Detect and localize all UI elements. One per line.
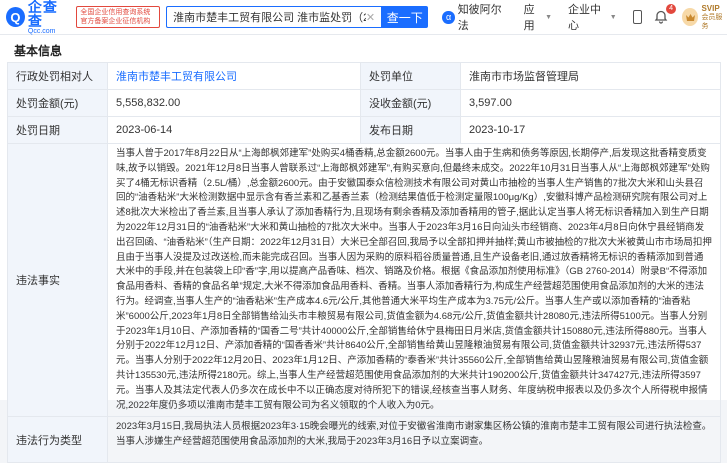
nav-apps-label: 应用 [523, 4, 535, 32]
nav-enterprise-center-label: 企业中心 [568, 4, 602, 32]
table-row: 违法行为类型 2023年3月15日,我局执法人员根据2023年3·15晚会曝光的… [7, 416, 721, 463]
logo-icon: Q [6, 7, 25, 27]
nav-enterprise-center[interactable]: 企业中心 ▼ [568, 1, 617, 33]
chevron-down-icon: ▼ [609, 13, 617, 21]
fine-value: 5,558,832.00 [107, 89, 361, 117]
top-nav: 应用 ▼ 企业中心 ▼ 4 SVIP 会员服务 [524, 1, 727, 33]
search-input[interactable]: 淮南市楚丰工贸有限公司 淮市监处罚（2023）134号 ✕ [166, 6, 382, 28]
fine-label: 处罚金额(元) [7, 89, 108, 117]
logo[interactable]: Q 企查查 Qcc.com [6, 0, 70, 35]
confiscate-label: 没收金额(元) [360, 89, 461, 117]
table-row: 处罚日期 2023-06-14 发布日期 2023-10-17 [7, 116, 721, 144]
search-button[interactable]: 查一下 [381, 6, 429, 28]
logo-text: 企查查 [27, 0, 58, 29]
table-row: 违法事实 当事人曾于2017年8月22日从“上海郎枫郊建军”处购买4桶香精,总金… [7, 142, 721, 418]
date-value: 2023-06-14 [107, 116, 361, 144]
table-row: 行政处罚相对人 淮南市楚丰工贸有限公司 处罚单位 淮南市市场监督管理局 [7, 62, 721, 90]
section-title: 基本信息 [14, 44, 63, 58]
mobile-icon[interactable] [632, 10, 642, 24]
party-value: 淮南市楚丰工贸有限公司 [107, 62, 361, 90]
search-query[interactable]: 淮南市楚丰工贸有限公司 淮市监处罚（2023）134号 [173, 9, 366, 25]
notification-count: 4 [666, 4, 676, 14]
zhibi-alpha-link[interactable]: α 知彼阿尔法 [442, 1, 509, 33]
top-bar: Q 企查查 Qcc.com 全国企业信用查询系统 官方备案企业征信机构 淮南市楚… [0, 0, 727, 35]
chevron-down-icon: ▼ [545, 13, 553, 21]
certification-badge: 全国企业信用查询系统 官方备案企业征信机构 [76, 6, 161, 28]
zhibi-alpha-label: 知彼阿尔法 [457, 4, 502, 32]
unit-label: 处罚单位 [360, 62, 461, 90]
basic-info-section: 基本信息 行政处罚相对人 淮南市楚丰工贸有限公司 处罚单位 淮南市市场监督管理局… [0, 35, 727, 463]
svip-sublabel: 会员服务 [701, 13, 723, 30]
publish-label: 发布日期 [360, 116, 461, 144]
publish-value: 2023-10-17 [460, 116, 721, 144]
confiscate-value: 3,597.00 [460, 89, 721, 117]
penalty-info-table: 行政处罚相对人 淮南市楚丰工贸有限公司 处罚单位 淮南市市场监督管理局 处罚金额… [7, 62, 721, 463]
svip-button[interactable]: SVIP 会员服务 [682, 4, 727, 31]
date-label: 处罚日期 [7, 116, 108, 144]
facts-label: 违法事实 [7, 142, 108, 418]
vip-crown-icon [682, 8, 699, 26]
facts-value: 当事人曾于2017年8月22日从“上海郎枫郊建军”处购买4桶香精,总金额2600… [107, 142, 721, 418]
party-label: 行政处罚相对人 [7, 62, 108, 90]
notification-bell-icon[interactable]: 4 [654, 4, 676, 24]
svip-label: SVIP [701, 3, 720, 13]
company-link[interactable]: 淮南市楚丰工贸有限公司 [116, 71, 237, 83]
unit-value: 淮南市市场监督管理局 [460, 62, 721, 90]
nav-apps[interactable]: 应用 ▼ [524, 1, 552, 33]
type-label: 违法行为类型 [7, 416, 108, 463]
table-row: 处罚金额(元) 5,558,832.00 没收金额(元) 3,597.00 [7, 89, 721, 117]
logo-subtext: Qcc.com [27, 27, 56, 35]
alpha-icon: α [442, 10, 455, 24]
clear-icon[interactable]: ✕ [366, 11, 375, 24]
type-value: 2023年3月15日,我局执法人员根据2023年3·15晚会曝光的线索,对位于安… [107, 416, 721, 463]
